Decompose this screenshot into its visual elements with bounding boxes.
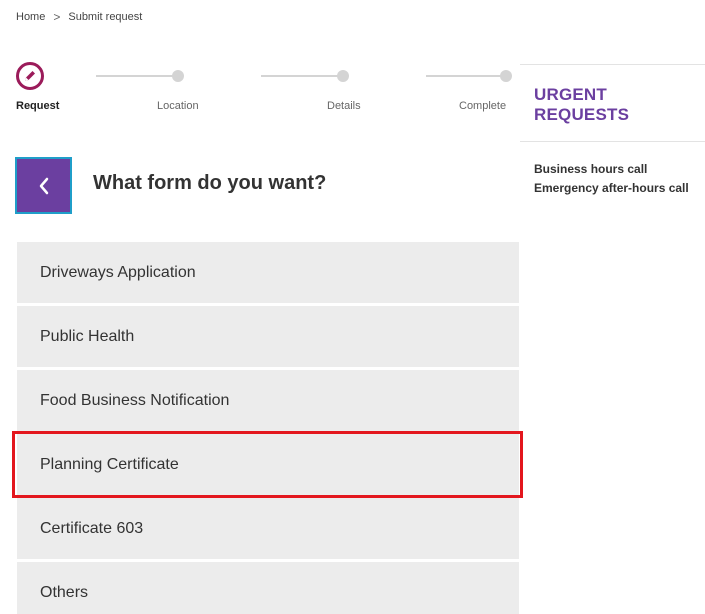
step-label-location: Location	[157, 100, 199, 112]
emergency-after-hours-call-link[interactable]: Emergency after-hours call	[534, 181, 705, 195]
breadcrumb-current: Submit request	[68, 11, 143, 23]
step-label-details: Details	[327, 100, 361, 112]
chevron-left-icon	[39, 177, 48, 194]
step-dot-complete	[500, 70, 512, 82]
form-option-public-health[interactable]: Public Health	[17, 306, 519, 367]
step-label-request: Request	[16, 100, 60, 112]
progress-stepper: Request Location Details Complete	[16, 62, 512, 114]
form-type-list: Driveways Application Public Health Food…	[17, 242, 519, 614]
step-connector	[96, 75, 178, 77]
step-connector	[261, 75, 343, 77]
form-option-food-business-notification[interactable]: Food Business Notification	[17, 370, 519, 431]
breadcrumb-separator: >	[53, 10, 61, 24]
form-option-certificate-603[interactable]: Certificate 603	[17, 498, 519, 559]
step-label-complete: Complete	[459, 100, 507, 112]
urgent-requests-panel: URGENT REQUESTS Business hours call Emer…	[520, 64, 705, 200]
step-connector	[426, 75, 508, 77]
form-option-planning-certificate[interactable]: Planning Certificate	[17, 434, 519, 495]
page-title: What form do you want?	[93, 172, 327, 194]
form-option-driveways-application[interactable]: Driveways Application	[17, 242, 519, 303]
pencil-icon	[16, 62, 44, 90]
breadcrumb: Home > Submit request	[16, 10, 142, 24]
form-option-others[interactable]: Others	[17, 562, 519, 614]
back-button[interactable]	[15, 157, 72, 214]
urgent-requests-title: URGENT REQUESTS	[520, 65, 705, 142]
urgent-links: Business hours call Emergency after-hour…	[520, 142, 705, 195]
step-dot-location	[172, 70, 184, 82]
step-dot-details	[337, 70, 349, 82]
breadcrumb-home-link[interactable]: Home	[16, 11, 45, 23]
business-hours-call-link[interactable]: Business hours call	[534, 162, 705, 176]
